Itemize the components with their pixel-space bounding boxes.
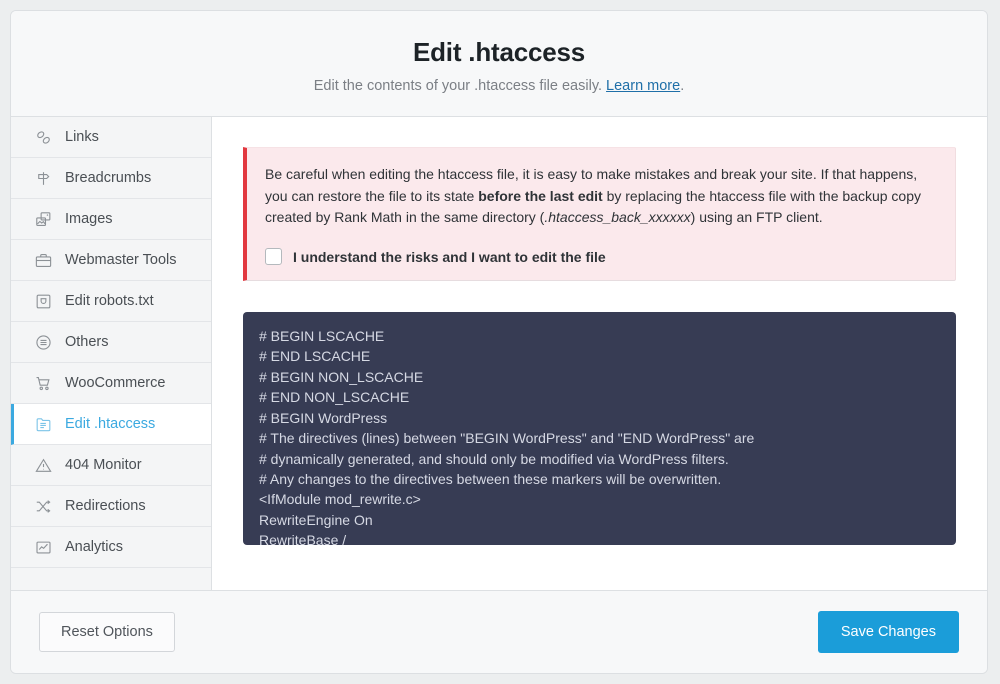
reset-options-button[interactable]: Reset Options [39, 612, 175, 652]
risk-acknowledgement: I understand the risks and I want to edi… [265, 248, 937, 266]
subtitle-suffix: . [680, 78, 685, 94]
shopping-cart-icon [33, 373, 53, 393]
warning-notice: Be careful when editing the htaccess fil… [243, 147, 956, 282]
sidebar-item-label: 404 Monitor [65, 457, 142, 473]
images-icon [33, 209, 53, 229]
settings-card: Edit .htaccess Edit the contents of your… [10, 10, 988, 674]
document-icon [33, 414, 53, 434]
warning-text: Be careful when editing the htaccess fil… [265, 164, 937, 229]
card-footer: Reset Options Save Changes [11, 590, 987, 673]
sidebar-item-redirections[interactable]: Redirections [11, 486, 211, 527]
sidebar-item-404-monitor[interactable]: 404 Monitor [11, 445, 211, 486]
sidebar-item-label: Images [65, 211, 113, 227]
warning-text-bold: before the last edit [478, 187, 603, 204]
robots-file-icon [33, 291, 53, 311]
save-changes-button[interactable]: Save Changes [817, 611, 959, 653]
sidebar-nav: Links Breadcrumbs Images Webmaster Tools… [11, 117, 212, 590]
chart-box-icon [33, 537, 53, 557]
list-circle-icon [33, 332, 53, 352]
sidebar-item-edit-htaccess[interactable]: Edit .htaccess [11, 404, 211, 445]
warning-text-part3: ) using an FTP client. [690, 209, 823, 226]
sidebar-item-label: Links [65, 129, 99, 145]
page-title: Edit .htaccess [412, 37, 586, 67]
warning-text-italic: .htaccess_back_xxxxxx [544, 209, 691, 226]
htaccess-editor-content[interactable]: # BEGIN LSCACHE # END LSCACHE # BEGIN NO… [259, 326, 940, 545]
sidebar-item-label: Analytics [65, 539, 124, 555]
sidebar-item-analytics[interactable]: Analytics [11, 527, 211, 568]
understand-risks-label[interactable]: I understand the risks and I want to edi… [293, 249, 606, 265]
sidebar-item-images[interactable]: Images [11, 199, 211, 240]
understand-risks-checkbox[interactable] [265, 248, 282, 266]
page-subtitle: Edit the contents of your .htaccess file… [31, 78, 967, 94]
sidebar-item-label: Breadcrumbs [65, 170, 152, 186]
learn-more-link[interactable]: Learn more [606, 78, 680, 94]
sidebar-item-label: Edit robots.txt [65, 293, 154, 309]
sidebar-item-label: Webmaster Tools [65, 252, 177, 268]
sidebar-item-links[interactable]: Links [11, 117, 211, 158]
sidebar-item-label: Edit .htaccess [65, 416, 156, 432]
sidebar-item-woocommerce[interactable]: WooCommerce [11, 363, 211, 404]
sidebar-item-others[interactable]: Others [11, 322, 211, 363]
card-body: Links Breadcrumbs Images Webmaster Tools… [11, 117, 987, 590]
signpost-icon [33, 168, 53, 188]
link-icon [33, 127, 53, 147]
sidebar-item-label: WooCommerce [65, 375, 166, 391]
subtitle-text: Edit the contents of your .htaccess file… [313, 78, 607, 94]
content-panel: Be careful when editing the htaccess fil… [212, 117, 987, 590]
sidebar-item-label: Others [65, 334, 109, 350]
sidebar-item-breadcrumbs[interactable]: Breadcrumbs [11, 158, 211, 199]
briefcase-icon [33, 250, 53, 270]
shuffle-arrows-icon [33, 496, 53, 516]
sidebar-item-edit-robots-txt[interactable]: Edit robots.txt [11, 281, 211, 322]
warning-triangle-icon [33, 455, 53, 475]
sidebar-item-label: Redirections [65, 498, 146, 514]
htaccess-editor[interactable]: # BEGIN LSCACHE # END LSCACHE # BEGIN NO… [243, 312, 956, 546]
page-background: Edit .htaccess Edit the contents of your… [0, 0, 1000, 684]
card-header: Edit .htaccess Edit the contents of your… [11, 11, 987, 117]
sidebar-item-webmaster-tools[interactable]: Webmaster Tools [11, 240, 211, 281]
